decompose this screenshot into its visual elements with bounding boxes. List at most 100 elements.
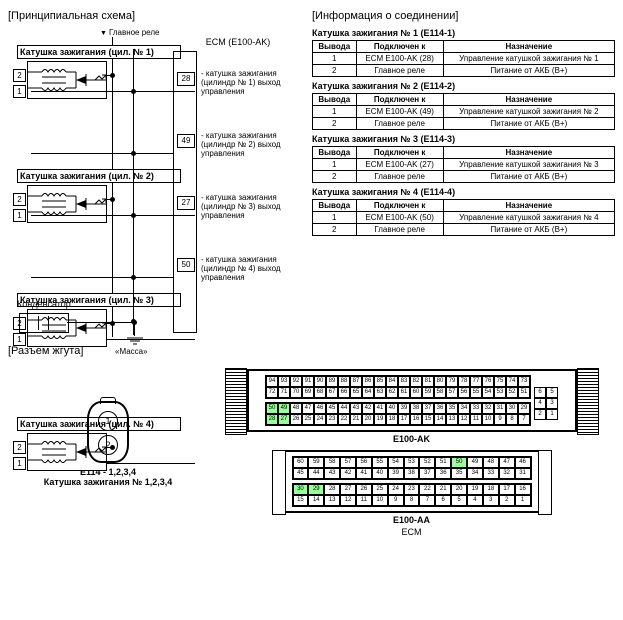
connector-pin-84: 84 [386, 376, 398, 387]
connector-pin-20: 20 [451, 484, 467, 495]
conn-info-title: [Информация о соединении] [312, 10, 615, 22]
connector-pin-2: 2 [499, 495, 515, 506]
conn-table-title: Катушка зажигания № 2 (E114-2) [312, 81, 615, 91]
connector-pin-89: 89 [326, 376, 338, 387]
connector-pin-80: 80 [434, 376, 446, 387]
coil-symbol [27, 61, 107, 99]
connector-pin-24: 24 [388, 484, 404, 495]
connector-pin-32: 32 [499, 468, 515, 479]
connector-pin-68: 68 [314, 387, 326, 398]
connector-pin-53: 53 [404, 457, 420, 468]
signal-wire [31, 277, 173, 278]
connector-pin-39: 39 [398, 403, 410, 414]
ecm-pin-desc: - катушка зажигания (цилиндр № 3) выход … [201, 193, 301, 220]
ecm-connector-e100-aa: 6059585756555453525150494847464544434241… [284, 450, 540, 513]
connector-pin-8: 8 [506, 414, 518, 425]
connector-pin-54: 54 [388, 457, 404, 468]
connector-pin-18: 18 [483, 484, 499, 495]
connector-pin-55: 55 [470, 387, 482, 398]
connector-pin-26: 26 [290, 414, 302, 425]
schematic-title: [Принципиальная схема] [8, 10, 308, 22]
connector-pin-73: 73 [518, 376, 530, 387]
connector-pin-37: 37 [422, 403, 434, 414]
connector-pin-17: 17 [398, 414, 410, 425]
connector-pin-2: 2 [534, 409, 546, 420]
connector-pin-86: 86 [362, 376, 374, 387]
col-to: Подключен к [356, 147, 443, 159]
table-row: 2Главное релеПитание от АКБ (B+) [313, 224, 615, 236]
signal-wire [31, 215, 173, 216]
connector-pin-23: 23 [404, 484, 420, 495]
connector-pin-6: 6 [435, 495, 451, 506]
connector-pin-15: 15 [422, 414, 434, 425]
connector-pin-46: 46 [515, 457, 531, 468]
coil-pin-1: 1 [13, 85, 26, 98]
connector-pin-45: 45 [326, 403, 338, 414]
connector-pin-55: 55 [372, 457, 388, 468]
connector-pin-36: 36 [434, 403, 446, 414]
harness-pin-1: 1 [98, 411, 118, 431]
connector-pin-82: 82 [410, 376, 422, 387]
harness-connector-body: 1 2 [87, 401, 129, 463]
connector-pin-42: 42 [340, 468, 356, 479]
connector-pin-34: 34 [458, 403, 470, 414]
connector-pin-83: 83 [398, 376, 410, 387]
coil-symbol [27, 185, 107, 223]
connector-pin-38: 38 [404, 468, 420, 479]
coil-pin-1: 1 [13, 333, 26, 346]
arrow-down-icon [100, 28, 109, 37]
connector-pin-94: 94 [266, 376, 278, 387]
col-purpose: Назначение [443, 147, 614, 159]
connector-pin-31: 31 [494, 403, 506, 414]
connector-pin-50: 50 [451, 457, 467, 468]
connector-pin-33: 33 [483, 468, 499, 479]
connector-pin-61: 61 [398, 387, 410, 398]
col-to: Подключен к [356, 41, 443, 53]
connector-pin-64: 64 [362, 387, 374, 398]
col-pin: Вывода [313, 94, 357, 106]
connector-pin-30: 30 [506, 403, 518, 414]
connector-pin-54: 54 [482, 387, 494, 398]
connector-pin-48: 48 [290, 403, 302, 414]
ecm-pin-27: 27 [177, 196, 195, 210]
connector-pin-21: 21 [435, 484, 451, 495]
connector-pin-81: 81 [422, 376, 434, 387]
connector-pin-57: 57 [340, 457, 356, 468]
connector-pin-39: 39 [388, 468, 404, 479]
connector-pin-7: 7 [518, 414, 530, 425]
conn-table-title: Катушка зажигания № 1 (E114-1) [312, 28, 615, 38]
connector-pin-59: 59 [308, 457, 324, 468]
connector-pin-29: 29 [308, 484, 324, 495]
connector-pin-53: 53 [494, 387, 506, 398]
connector-pin-16: 16 [410, 414, 422, 425]
signal-wire [31, 91, 173, 92]
connector-pin-9: 9 [494, 414, 506, 425]
connector-pin-91: 91 [302, 376, 314, 387]
connector-pin-47: 47 [302, 403, 314, 414]
connector-pin-56: 56 [458, 387, 470, 398]
connector-pin-18: 18 [386, 414, 398, 425]
connection-info: [Информация о соединении] Катушка зажига… [312, 8, 615, 337]
connector-pin-37: 37 [419, 468, 435, 479]
col-pin: Вывода [313, 147, 357, 159]
connector-pin-46: 46 [314, 403, 326, 414]
connector-pin-52: 52 [419, 457, 435, 468]
ecm-box: 28492750 [173, 51, 197, 333]
col-pin: Вывода [313, 41, 357, 53]
connector-pin-40: 40 [386, 403, 398, 414]
coil-pin-2: 2 [13, 69, 26, 82]
connector-pin-12: 12 [340, 495, 356, 506]
connector-pin-28: 28 [324, 484, 340, 495]
connector-pin-75: 75 [494, 376, 506, 387]
connector-pin-66: 66 [338, 387, 350, 398]
connector-pin-72: 72 [266, 387, 278, 398]
connector-pin-47: 47 [499, 457, 515, 468]
connector-pin-15: 15 [293, 495, 309, 506]
connector-pin-17: 17 [499, 484, 515, 495]
table-row: 2Главное релеПитание от АКБ (B+) [313, 65, 615, 77]
connector-pin-5: 5 [451, 495, 467, 506]
ecm-small-sublabel: ECM [208, 527, 615, 537]
connector-pin-12: 12 [458, 414, 470, 425]
connector-pin-14: 14 [434, 414, 446, 425]
connector-pin-20: 20 [362, 414, 374, 425]
